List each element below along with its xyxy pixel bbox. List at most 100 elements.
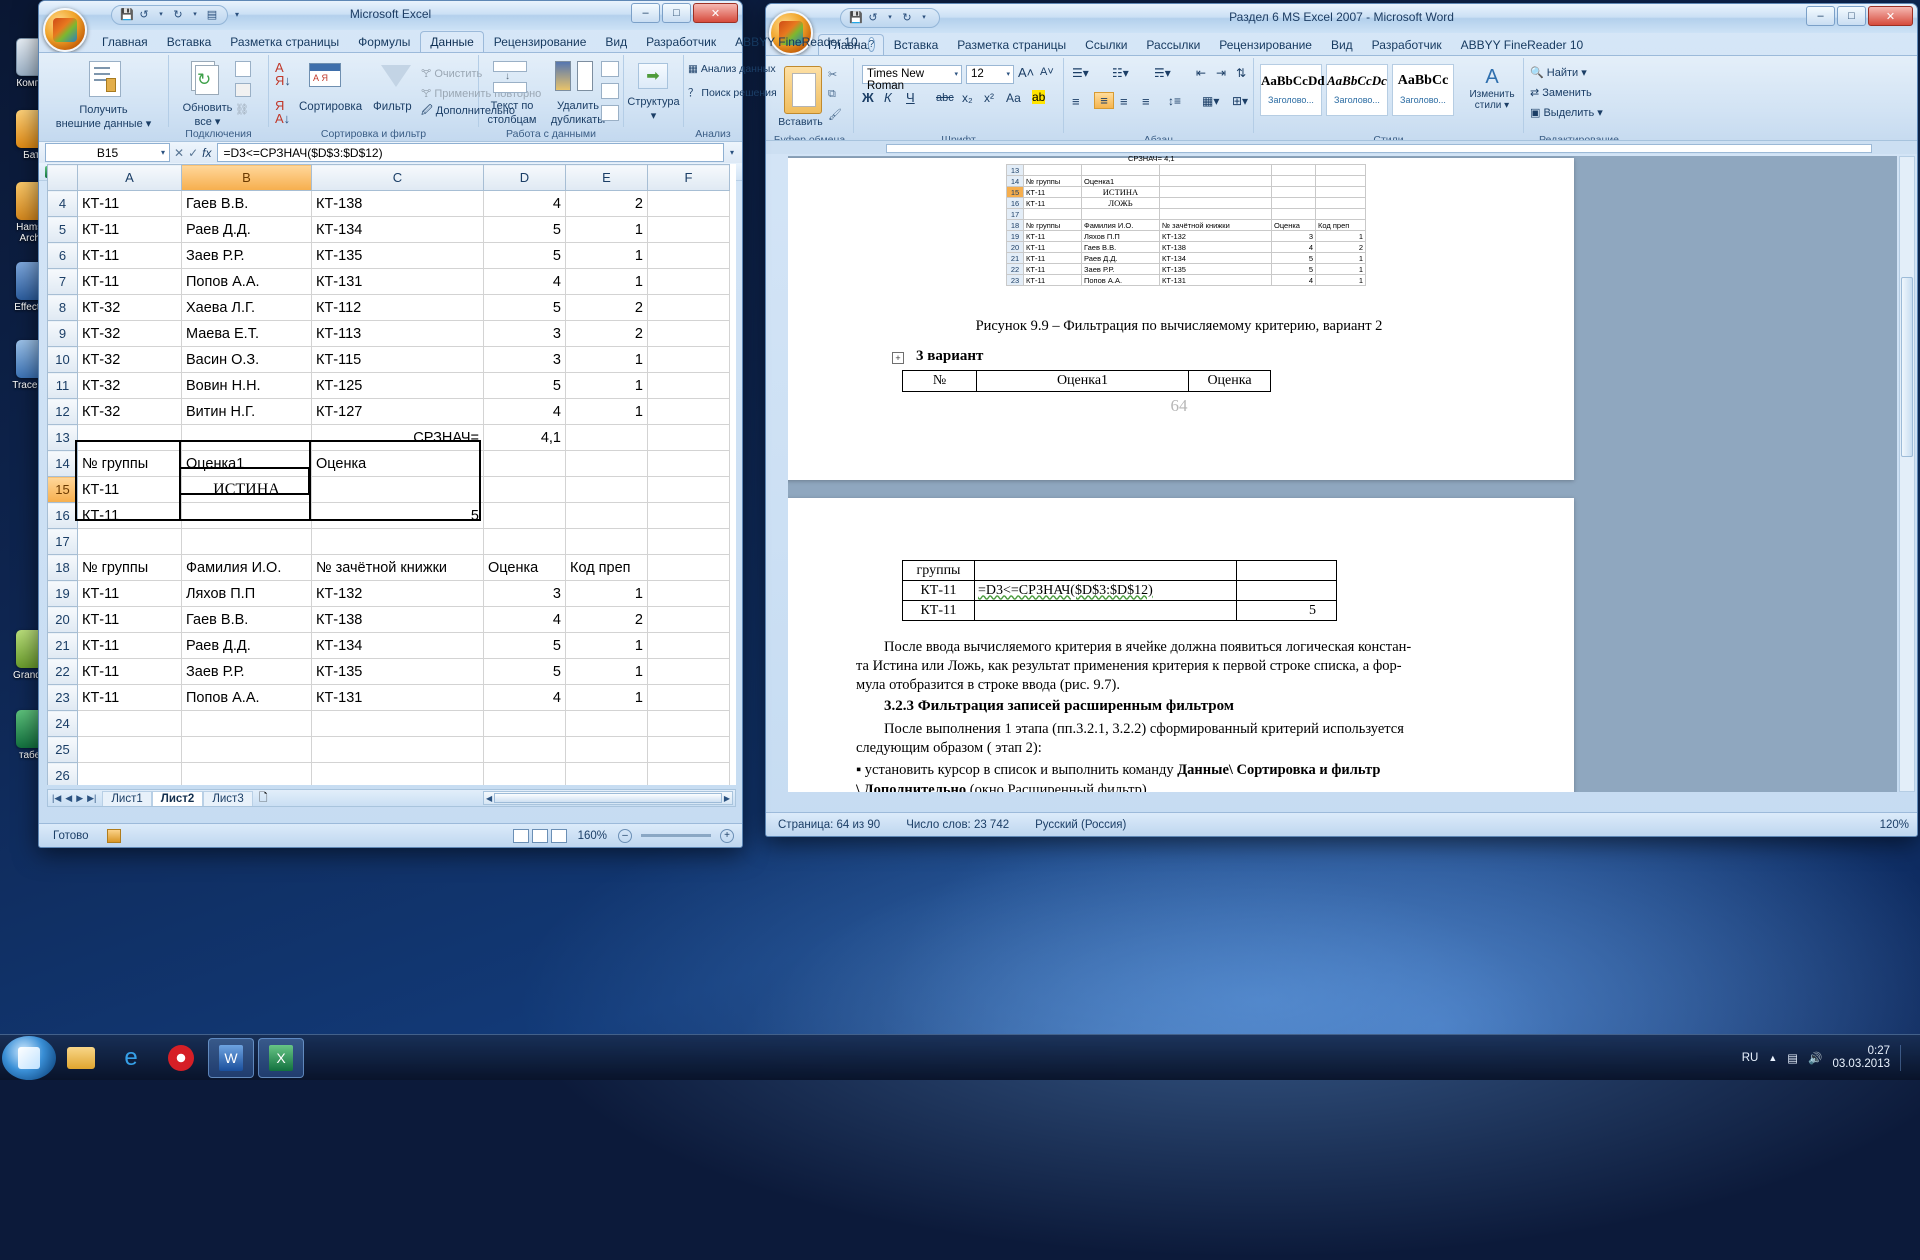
column-header-C[interactable]: C — [312, 165, 484, 191]
cell-D25[interactable] — [484, 737, 566, 763]
cell-F11[interactable] — [648, 373, 730, 399]
row-header-16[interactable]: 16 — [48, 503, 78, 529]
cell-F21[interactable] — [648, 633, 730, 659]
change-case-button[interactable]: Аа — [1006, 91, 1021, 105]
row-header-25[interactable]: 25 — [48, 737, 78, 763]
cell-E7[interactable]: 1 — [566, 269, 648, 295]
italic-button[interactable]: К — [884, 90, 892, 105]
column-header-B[interactable]: B — [182, 165, 312, 191]
insert-function-icon[interactable]: fx — [202, 146, 211, 160]
scroll-left-icon[interactable]: ◀ — [486, 794, 492, 803]
cell-A26[interactable] — [78, 763, 182, 786]
cell-B10[interactable]: Васин О.З. — [182, 347, 312, 373]
word-tab-page-layout[interactable]: Разметка страницы — [948, 35, 1075, 55]
cell-F22[interactable] — [648, 659, 730, 685]
cell-A18[interactable]: № группы — [78, 555, 182, 581]
cell-E13[interactable] — [566, 425, 648, 451]
superscript-button[interactable]: x² — [984, 91, 994, 105]
table-row[interactable]: 8КТ-32Хаева Л.Г.КТ-11252 — [48, 295, 730, 321]
name-box[interactable]: B15 ▾ — [45, 143, 170, 162]
shrink-font-icon[interactable]: A˅ — [1040, 66, 1054, 78]
table-row[interactable]: 9КТ-32Маева Е.Т.КТ-11332 — [48, 321, 730, 347]
cell-F24[interactable] — [648, 711, 730, 737]
page-layout-view-icon[interactable] — [532, 829, 548, 843]
cell-D12[interactable]: 4 — [484, 399, 566, 425]
sheet-tab-bar[interactable]: |◀ ◀ ▶ ▶| Лист1 Лист2 Лист3 🗋 ◀ ▶ — [47, 789, 736, 807]
subscript-button[interactable]: x₂ — [962, 91, 973, 105]
cell-B20[interactable]: Гаев В.В. — [182, 607, 312, 633]
bold-button[interactable]: Ж — [862, 90, 874, 105]
cell-E6[interactable]: 1 — [566, 243, 648, 269]
word-vertical-scrollbar[interactable] — [1899, 156, 1915, 792]
row-header-22[interactable]: 22 — [48, 659, 78, 685]
justify-icon[interactable]: ≡ — [1142, 94, 1150, 109]
cell-B4[interactable]: Гаев В.В. — [182, 191, 312, 217]
sheet-tab-3[interactable]: Лист3 — [203, 791, 252, 806]
taskbar-item-word[interactable]: W — [208, 1038, 254, 1078]
cell-A13[interactable] — [78, 425, 182, 451]
excel-title-bar[interactable]: 💾 ↺ ▾ ↻ ▾ ▤ ▾ Microsoft Excel – □ ✕ — [39, 1, 742, 30]
table-row[interactable]: 14№ группыОценка1Оценка — [48, 451, 730, 477]
taskbar-item-internet-explorer[interactable]: e — [108, 1038, 154, 1078]
row-header-18[interactable]: 18 — [48, 555, 78, 581]
cell-C9[interactable]: КТ-113 — [312, 321, 484, 347]
cell-B9[interactable]: Маева Е.Т. — [182, 321, 312, 347]
word-document-canvas[interactable]: СРЗНАЧ= 4,1 1314№ группыОценка115КТ-11ИС… — [788, 156, 1897, 792]
data-validation-icon[interactable] — [601, 61, 619, 77]
normal-view-icon[interactable] — [513, 829, 529, 843]
cell-A22[interactable]: КТ-11 — [78, 659, 182, 685]
cell-B13[interactable] — [182, 425, 312, 451]
cell-E26[interactable] — [566, 763, 648, 786]
excel-tab-review[interactable]: Рецензирование — [485, 32, 596, 52]
sheet-tab-2[interactable]: Лист2 — [152, 791, 204, 806]
row-header-20[interactable]: 20 — [48, 607, 78, 633]
borders-icon[interactable]: ⊞▾ — [1232, 94, 1248, 108]
cell-B12[interactable]: Витин Н.Г. — [182, 399, 312, 425]
align-center-icon[interactable]: ≡ — [1094, 92, 1114, 109]
cell-C7[interactable]: КТ-131 — [312, 269, 484, 295]
zoom-out-button[interactable]: – — [618, 829, 632, 843]
cell-C11[interactable]: КТ-125 — [312, 373, 484, 399]
table-row[interactable]: 17 — [48, 529, 730, 555]
excel-tab-insert[interactable]: Вставка — [158, 32, 221, 52]
cell-B21[interactable]: Раев Д.Д. — [182, 633, 312, 659]
cell-C5[interactable]: КТ-134 — [312, 217, 484, 243]
replace-button[interactable]: ⇄ Заменить — [1530, 86, 1592, 99]
word-page-65[interactable]: группы КТ-11 =D3<=СРЗНАЧ($D$3:$D$12) КТ-… — [788, 498, 1574, 792]
cell-C16[interactable]: 5 — [312, 503, 484, 529]
find-button[interactable]: 🔍 Найти ▾ — [1530, 66, 1587, 79]
cell-A17[interactable] — [78, 529, 182, 555]
cell-C8[interactable]: КТ-112 — [312, 295, 484, 321]
excel-minimize-button[interactable]: – — [631, 3, 660, 23]
start-button[interactable] — [2, 1036, 56, 1080]
cell-F5[interactable] — [648, 217, 730, 243]
outline-label[interactable]: Структура ▾ — [624, 95, 683, 123]
excel-ribbon-tabs[interactable]: Главная Вставка Разметка страницы Формул… — [39, 30, 742, 52]
page-break-view-icon[interactable] — [551, 829, 567, 843]
cell-F12[interactable] — [648, 399, 730, 425]
cell-B8[interactable]: Хаева Л.Г. — [182, 295, 312, 321]
excel-tab-page-layout[interactable]: Разметка страницы — [221, 32, 348, 52]
cell-C18[interactable]: № зачётной книжки — [312, 555, 484, 581]
table-row[interactable]: 20КТ-11Гаев В.В.КТ-13842 — [48, 607, 730, 633]
cell-E11[interactable]: 1 — [566, 373, 648, 399]
cell-B5[interactable]: Раев Д.Д. — [182, 217, 312, 243]
cell-B26[interactable] — [182, 763, 312, 786]
cell-C12[interactable]: КТ-127 — [312, 399, 484, 425]
formula-input[interactable]: =D3<=СРЗНАЧ($D$3:$D$12) — [217, 143, 724, 162]
select-button[interactable]: ▣ Выделить ▾ — [1530, 106, 1603, 119]
increase-indent-icon[interactable]: ⇥ — [1216, 66, 1226, 80]
cell-A20[interactable]: КТ-11 — [78, 607, 182, 633]
cell-E20[interactable]: 2 — [566, 607, 648, 633]
cell-F15[interactable] — [648, 477, 730, 503]
next-sheet-icon[interactable]: ▶ — [76, 793, 83, 804]
word-close-button[interactable]: ✕ — [1868, 6, 1913, 26]
cell-F20[interactable] — [648, 607, 730, 633]
network-icon[interactable]: ▤ — [1787, 1051, 1798, 1065]
cell-F18[interactable] — [648, 555, 730, 581]
cell-B7[interactable]: Попов А.А. — [182, 269, 312, 295]
remove-duplicates-icon[interactable] — [555, 61, 593, 93]
cell-F8[interactable] — [648, 295, 730, 321]
row-header-14[interactable]: 14 — [48, 451, 78, 477]
scroll-right-icon[interactable]: ▶ — [724, 794, 730, 803]
